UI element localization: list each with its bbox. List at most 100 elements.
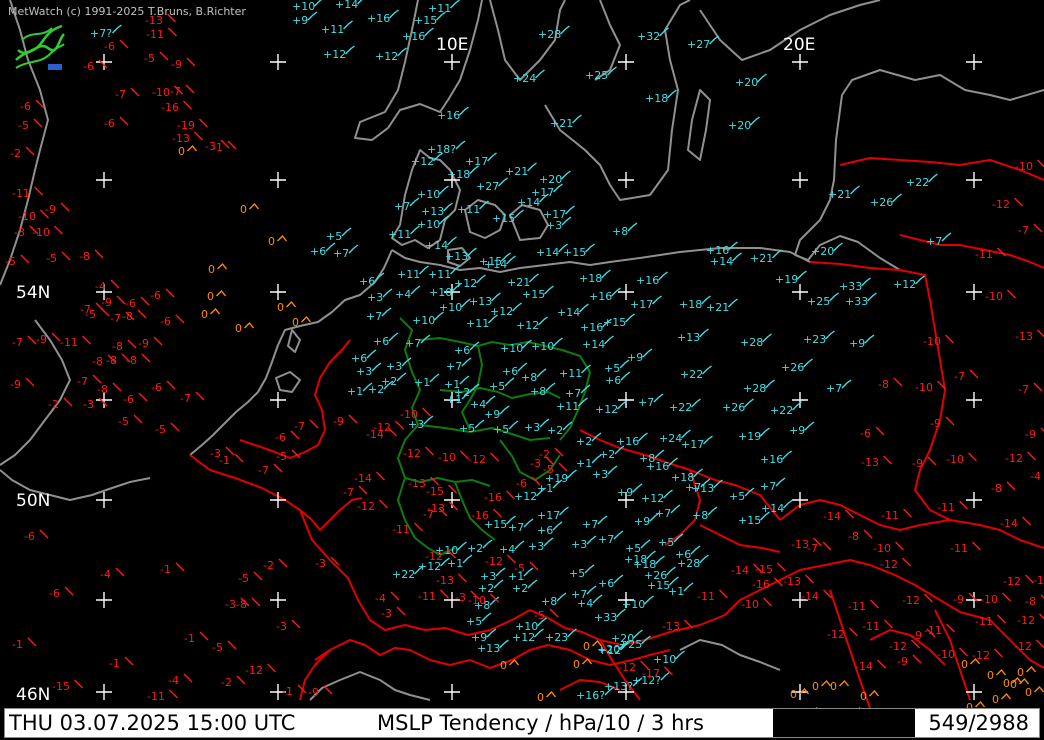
- observation-value: +20: [539, 173, 562, 186]
- observation-value: -10: [152, 86, 170, 99]
- observation-value: -10: [873, 542, 891, 555]
- observation-value: +12: [512, 631, 535, 644]
- observation-value: -12: [992, 198, 1010, 211]
- observation-value: +7: [333, 247, 349, 260]
- observation-value: -10: [915, 381, 933, 394]
- observation-value: +15: [414, 14, 437, 27]
- observation-value: +5: [493, 423, 509, 436]
- observation-value: -9: [953, 593, 964, 606]
- observation-value: -14: [354, 472, 372, 485]
- observation-value: -2: [10, 147, 21, 160]
- observation-value: +6: [351, 352, 367, 365]
- observation-value: -7: [954, 370, 965, 383]
- observation-value: +12: [323, 48, 346, 61]
- observation-value: -3: [530, 457, 541, 470]
- observation-value: +9: [789, 424, 805, 437]
- observation-value: +2: [576, 435, 592, 448]
- observation-value: -14: [855, 660, 873, 673]
- observation-value: -9: [45, 203, 56, 216]
- observation-value: +1: [347, 385, 363, 398]
- observation-value: 0: [790, 688, 797, 701]
- observation-value: +21: [750, 252, 773, 265]
- observation-value: +22: [770, 404, 793, 417]
- observation-value: +13: [477, 642, 500, 655]
- observation-value: -17: [642, 667, 660, 680]
- observation-value: -12: [827, 628, 845, 641]
- observation-value: -9: [333, 415, 344, 428]
- lon-label-20e: 20E: [783, 35, 815, 55]
- observation-value: -7: [110, 312, 121, 325]
- observation-value: -10: [1015, 160, 1033, 173]
- observation-value: 0: [277, 301, 284, 314]
- observation-value: 0: [583, 640, 590, 653]
- observation-value: +1: [668, 585, 684, 598]
- observation-value: +7: [826, 382, 842, 395]
- observation-value: +16: [437, 109, 460, 122]
- observation-value: -11: [924, 624, 942, 637]
- observation-value: +5: [459, 422, 475, 435]
- parameter-title: MSLP Tendency / hPa/10 / 3 hrs: [377, 711, 704, 735]
- observation-value: -11: [937, 501, 955, 514]
- observation-value: -16: [484, 491, 502, 504]
- observation-value: +16: [580, 321, 603, 334]
- observation-value: -6: [516, 477, 527, 490]
- observation-value: +33: [845, 295, 868, 308]
- observation-value: +12: [641, 492, 664, 505]
- observation-value: +26: [870, 196, 893, 209]
- observation-value: +32: [637, 30, 660, 43]
- observation-value: -10: [980, 593, 998, 606]
- lat-label-46n: 46N: [16, 685, 50, 705]
- observation-value: -10: [438, 451, 456, 464]
- observation-value: +5: [569, 567, 585, 580]
- observation-value: -8: [236, 598, 247, 611]
- observation-value: -12: [468, 453, 486, 466]
- observation-value: +14: [335, 0, 358, 11]
- observation-value: -1: [184, 632, 195, 645]
- observation-value: -9: [36, 333, 47, 346]
- observation-value: +7: [508, 521, 524, 534]
- observation-value: -5: [5, 255, 16, 268]
- observation-value: +9: [484, 408, 500, 421]
- observation-value: +28: [743, 382, 766, 395]
- observation-value: +9: [292, 14, 308, 27]
- observation-value: -1: [109, 657, 120, 670]
- footer-dark-segment: [773, 709, 915, 737]
- observation-value: +28: [677, 557, 700, 570]
- observation-value: -7: [258, 464, 269, 477]
- observation-value: +7: [926, 235, 942, 248]
- observation-value: +23: [545, 631, 568, 644]
- observation-value: -12: [618, 661, 636, 674]
- observation-value: +10: [500, 342, 523, 355]
- observation-value: -16: [471, 509, 489, 522]
- observation-value: -11: [1033, 574, 1044, 587]
- observation-value: -6: [49, 587, 60, 600]
- observation-value: -7: [294, 420, 305, 433]
- observation-value: +9: [627, 351, 643, 364]
- observation-value: +9: [634, 515, 650, 528]
- observation-value: -13: [783, 575, 801, 588]
- observation-value: 0: [961, 658, 968, 671]
- observation-value: -8: [848, 530, 859, 543]
- observation-value: +25: [807, 295, 830, 308]
- observation-value: 0: [500, 659, 507, 672]
- observation-value: +15: [738, 514, 761, 527]
- observation-value: -11: [975, 248, 993, 261]
- observation-value: -6: [104, 40, 115, 53]
- observation-value: -9: [138, 337, 149, 350]
- observation-value: +24: [659, 432, 682, 445]
- observation-value: +16: [636, 274, 659, 287]
- observation-value: -2: [48, 398, 59, 411]
- observation-value: -13: [436, 574, 454, 587]
- observation-value: +7: [685, 481, 701, 494]
- observation-value: +1: [447, 557, 463, 570]
- observation-value: -7: [423, 508, 434, 521]
- observation-value: -11: [975, 615, 993, 628]
- observation-value: +19: [775, 273, 798, 286]
- observation-value: 0: [1003, 677, 1010, 690]
- observation-value: +19: [738, 430, 761, 443]
- observation-value: 0: [1025, 686, 1032, 699]
- observation-value: -7: [1018, 383, 1029, 396]
- observation-value: -9: [10, 378, 21, 391]
- observation-value: -6: [104, 117, 115, 130]
- observation-value: 0: [292, 316, 299, 329]
